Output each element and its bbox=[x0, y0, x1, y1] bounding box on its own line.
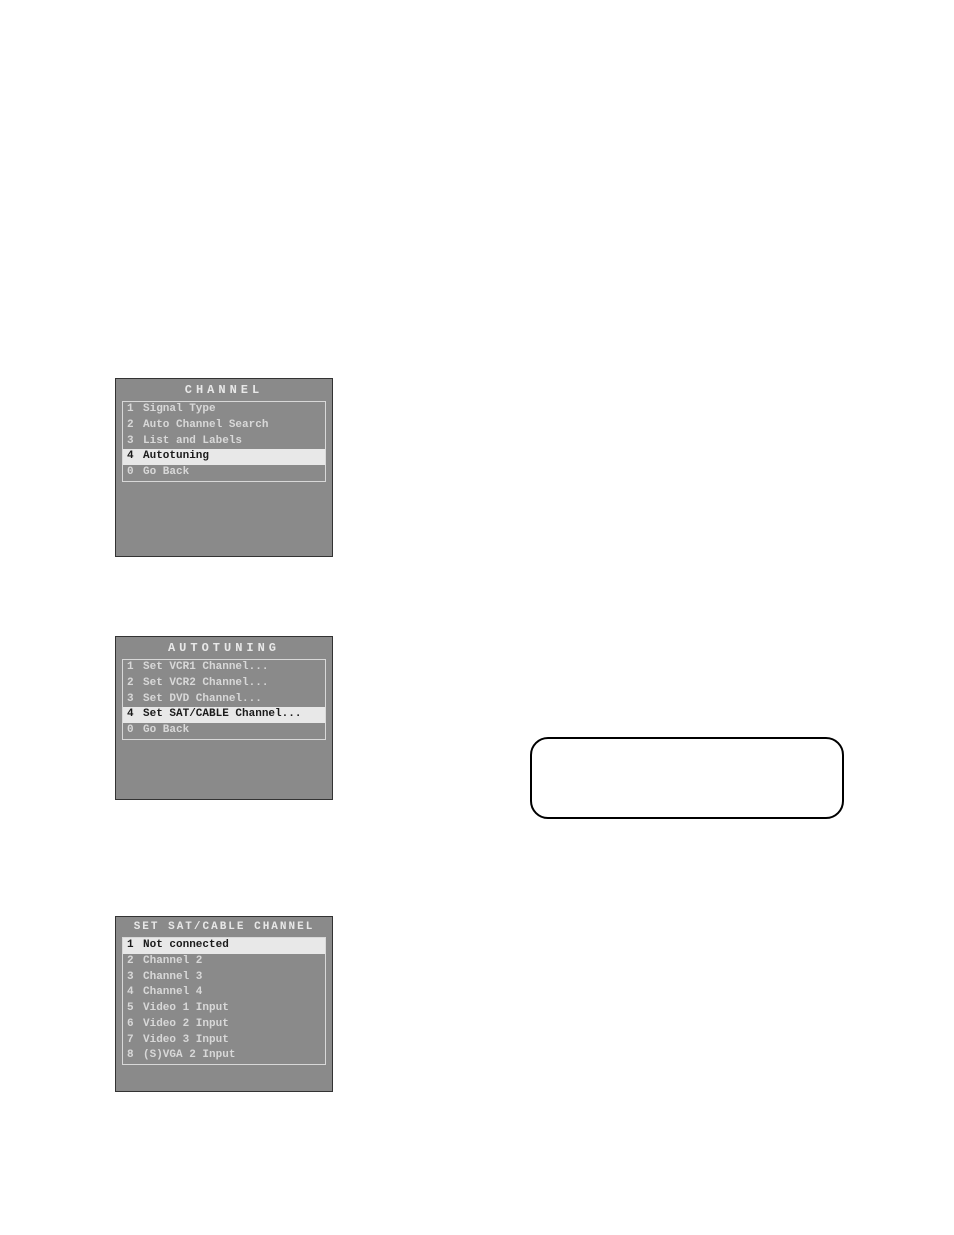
menu-item-label: Video 3 Input bbox=[143, 1034, 229, 1048]
autotuning-menu-body: 1 Set VCR1 Channel... 2 Set VCR2 Channel… bbox=[122, 659, 326, 740]
menu-item-number: 0 bbox=[127, 466, 137, 480]
menu-item-number: 4 bbox=[127, 450, 137, 464]
set-sat-cable-menu-item-selected[interactable]: 1 Not connected bbox=[123, 938, 325, 954]
menu-item-number: 2 bbox=[127, 419, 137, 433]
set-sat-cable-menu-item[interactable]: 7 Video 3 Input bbox=[123, 1033, 325, 1049]
menu-item-label: Set DVD Channel... bbox=[143, 693, 262, 707]
channel-menu: CHANNEL 1 Signal Type 2 Auto Channel Sea… bbox=[115, 378, 333, 557]
autotuning-menu-item[interactable]: 1 Set VCR1 Channel... bbox=[123, 660, 325, 676]
channel-menu-item[interactable]: 0 Go Back bbox=[123, 465, 325, 481]
channel-menu-body: 1 Signal Type 2 Auto Channel Search 3 Li… bbox=[122, 401, 326, 482]
set-sat-cable-menu-title: SET SAT/CABLE CHANNEL bbox=[116, 917, 332, 937]
menu-item-label: Signal Type bbox=[143, 403, 216, 417]
channel-menu-title: CHANNEL bbox=[116, 379, 332, 401]
menu-item-number: 2 bbox=[127, 955, 137, 969]
channel-menu-item[interactable]: 2 Auto Channel Search bbox=[123, 418, 325, 434]
set-sat-cable-menu-body: 1 Not connected 2 Channel 2 3 Channel 3 … bbox=[122, 937, 326, 1065]
note-box bbox=[530, 737, 844, 819]
menu-item-number: 0 bbox=[127, 724, 137, 738]
menu-item-label: Channel 4 bbox=[143, 986, 202, 1000]
channel-menu-item[interactable]: 1 Signal Type bbox=[123, 402, 325, 418]
menu-item-label: Not connected bbox=[143, 939, 229, 953]
set-sat-cable-menu-item[interactable]: 4 Channel 4 bbox=[123, 985, 325, 1001]
menu-item-label: Set VCR2 Channel... bbox=[143, 677, 268, 691]
autotuning-menu-padding bbox=[116, 744, 332, 799]
set-sat-cable-menu-item[interactable]: 2 Channel 2 bbox=[123, 954, 325, 970]
menu-item-label: Go Back bbox=[143, 466, 189, 480]
menu-item-label: (S)VGA 2 Input bbox=[143, 1049, 235, 1063]
channel-menu-item-selected[interactable]: 4 Autotuning bbox=[123, 449, 325, 465]
menu-item-number: 8 bbox=[127, 1049, 137, 1063]
set-sat-cable-menu-item[interactable]: 8 (S)VGA 2 Input bbox=[123, 1048, 325, 1064]
autotuning-menu-item[interactable]: 3 Set DVD Channel... bbox=[123, 692, 325, 708]
menu-item-number: 1 bbox=[127, 939, 137, 953]
set-sat-cable-menu-padding bbox=[116, 1069, 332, 1091]
menu-item-label: Auto Channel Search bbox=[143, 419, 268, 433]
menu-item-label: Channel 2 bbox=[143, 955, 202, 969]
set-sat-cable-menu-item[interactable]: 6 Video 2 Input bbox=[123, 1017, 325, 1033]
set-sat-cable-menu: SET SAT/CABLE CHANNEL 1 Not connected 2 … bbox=[115, 916, 333, 1092]
autotuning-menu-item[interactable]: 0 Go Back bbox=[123, 723, 325, 739]
menu-item-label: Channel 3 bbox=[143, 971, 202, 985]
menu-item-label: Go Back bbox=[143, 724, 189, 738]
menu-item-label: Autotuning bbox=[143, 450, 209, 464]
autotuning-menu-item-selected[interactable]: 4 Set SAT/CABLE Channel... bbox=[123, 707, 325, 723]
set-sat-cable-menu-item[interactable]: 5 Video 1 Input bbox=[123, 1001, 325, 1017]
menu-item-number: 7 bbox=[127, 1034, 137, 1048]
autotuning-menu-item[interactable]: 2 Set VCR2 Channel... bbox=[123, 676, 325, 692]
menu-item-number: 5 bbox=[127, 1002, 137, 1016]
menu-item-label: Video 1 Input bbox=[143, 1002, 229, 1016]
menu-item-label: Video 2 Input bbox=[143, 1018, 229, 1032]
menu-item-number: 3 bbox=[127, 971, 137, 985]
autotuning-menu: AUTOTUNING 1 Set VCR1 Channel... 2 Set V… bbox=[115, 636, 333, 800]
autotuning-menu-title: AUTOTUNING bbox=[116, 637, 332, 659]
menu-item-label: Set SAT/CABLE Channel... bbox=[143, 708, 301, 722]
menu-item-number: 3 bbox=[127, 435, 137, 449]
menu-item-number: 6 bbox=[127, 1018, 137, 1032]
menu-item-number: 1 bbox=[127, 661, 137, 675]
menu-item-number: 4 bbox=[127, 986, 137, 1000]
menu-item-label: Set VCR1 Channel... bbox=[143, 661, 268, 675]
set-sat-cable-menu-item[interactable]: 3 Channel 3 bbox=[123, 970, 325, 986]
channel-menu-item[interactable]: 3 List and Labels bbox=[123, 434, 325, 450]
channel-menu-padding bbox=[116, 486, 332, 556]
menu-item-number: 3 bbox=[127, 693, 137, 707]
menu-item-number: 2 bbox=[127, 677, 137, 691]
menu-item-number: 4 bbox=[127, 708, 137, 722]
menu-item-number: 1 bbox=[127, 403, 137, 417]
menu-item-label: List and Labels bbox=[143, 435, 242, 449]
